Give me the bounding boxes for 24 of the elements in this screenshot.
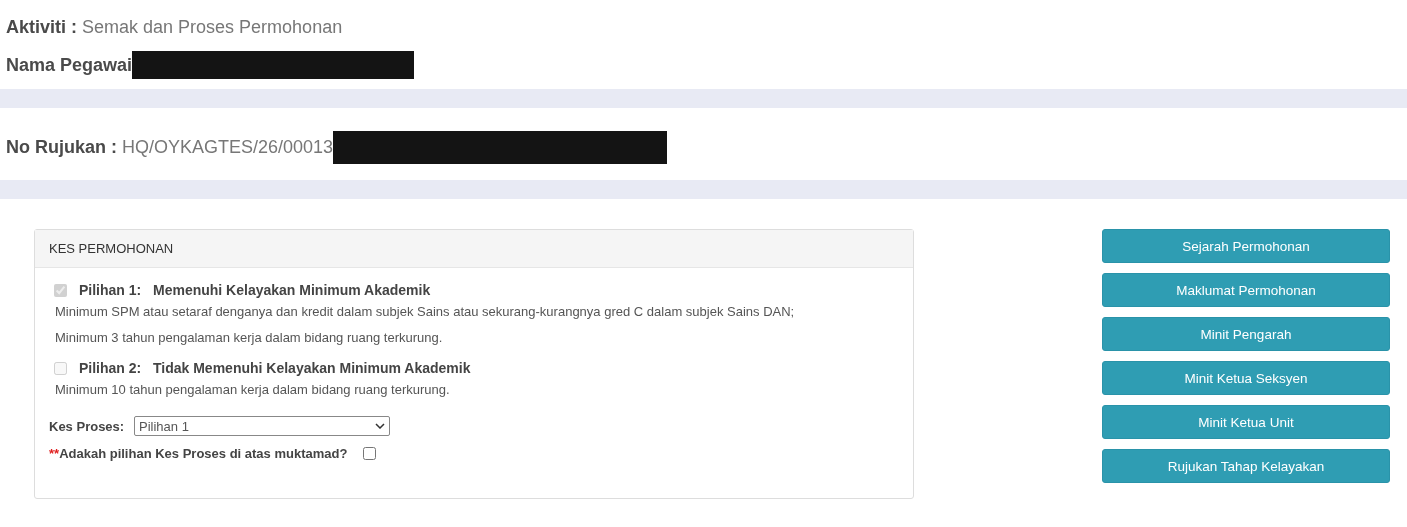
option-label: Pilihan 1: — [79, 282, 143, 298]
option-title: Memenuhi Kelayakan Minimum Akademik — [153, 282, 431, 298]
chevron-down-icon — [375, 423, 385, 429]
option-description: Minimum 10 tahun pengalaman kerja dalam bidang ruang terkurung. — [55, 382, 451, 398]
reference-label: No Rujukan : — [6, 136, 117, 158]
card-header: KES PERMOHONAN — [35, 230, 913, 268]
reference-value: HQ/OYKAGTES/26/00013 — [122, 136, 334, 158]
process-dropdown[interactable]: Pilihan 1 — [134, 416, 390, 436]
nav-button[interactable]: Rujukan Tahap Kelayakan — [1102, 449, 1390, 483]
option-label: Pilihan 2: — [79, 360, 143, 376]
nav-button[interactable]: Minit Ketua Seksyen — [1102, 361, 1390, 395]
option-title: Tidak Memenuhi Kelayakan Minimum Akademik — [153, 360, 471, 376]
process-label: Kes Proses: — [49, 418, 126, 434]
option-description: Minimum SPM atau setaraf denganya dan kredit dalam subjek Sains atau sekurang-kurangnya gred C dalam subjek Sains DAN; — [55, 304, 796, 320]
confirm-checkbox[interactable] — [363, 447, 377, 460]
confirm-question: **Adakah pilihan Kes Proses di atas muktamad? — [49, 446, 348, 461]
nav-button[interactable]: Maklumat Permohonan — [1102, 273, 1390, 307]
officer-label: Nama Pegawai — [6, 54, 133, 76]
nav-button[interactable]: Sejarah Permohonan — [1102, 229, 1390, 263]
option-description: Minimum 3 tahun pengalaman kerja dalam bidang ruang terkurung. — [55, 330, 444, 346]
activity-label: Aktiviti : — [6, 16, 77, 38]
activity-value: Semak dan Proses Permohonan — [82, 16, 343, 38]
nav-button[interactable]: Minit Ketua Unit — [1102, 405, 1390, 439]
nav-button[interactable]: Minit Pengarah — [1102, 317, 1390, 351]
